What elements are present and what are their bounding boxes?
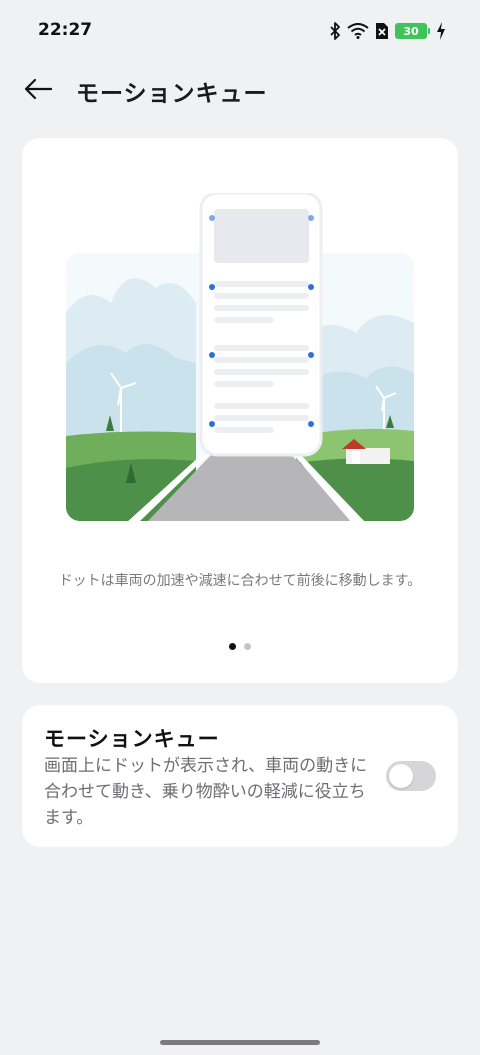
pager-dot-1[interactable] [229, 643, 236, 650]
illustration-card: ドットは車両の加速や減速に合わせて前後に移動します。 [22, 138, 458, 683]
pager-indicator [22, 643, 458, 650]
setting-title: モーションキュー [44, 727, 220, 751]
home-indicator[interactable] [160, 1040, 320, 1045]
battery-icon: 30 [395, 23, 430, 39]
motion-cue-toggle[interactable] [386, 761, 436, 791]
status-bar: 22:27 30 [0, 0, 480, 64]
battery-level: 30 [395, 23, 427, 39]
status-time: 22:27 [38, 20, 93, 40]
page-title: モーションキュー [76, 81, 268, 107]
motion-cue-illustration [66, 193, 414, 521]
setting-description: 画面上にドットが表示され、車両の動きに合わせて動き、乗り物酔いの軽減に役立ちます… [44, 756, 368, 828]
illustration-caption: ドットは車両の加速や減速に合わせて前後に移動します。 [58, 573, 422, 589]
arrow-left-icon [24, 78, 53, 100]
pager-dot-2[interactable] [244, 643, 251, 650]
wifi-icon [347, 23, 369, 39]
no-sim-icon [375, 22, 389, 40]
bluetooth-icon [329, 22, 341, 40]
status-icons: 30 [329, 20, 446, 42]
toggle-knob [389, 764, 413, 788]
motion-cue-setting[interactable]: モーションキュー 画面上にドットが表示され、車両の動きに合わせて動き、乗り物酔い… [22, 705, 458, 847]
app-bar: モーションキュー [0, 64, 480, 114]
charging-icon [436, 22, 446, 40]
back-button[interactable] [18, 72, 58, 106]
